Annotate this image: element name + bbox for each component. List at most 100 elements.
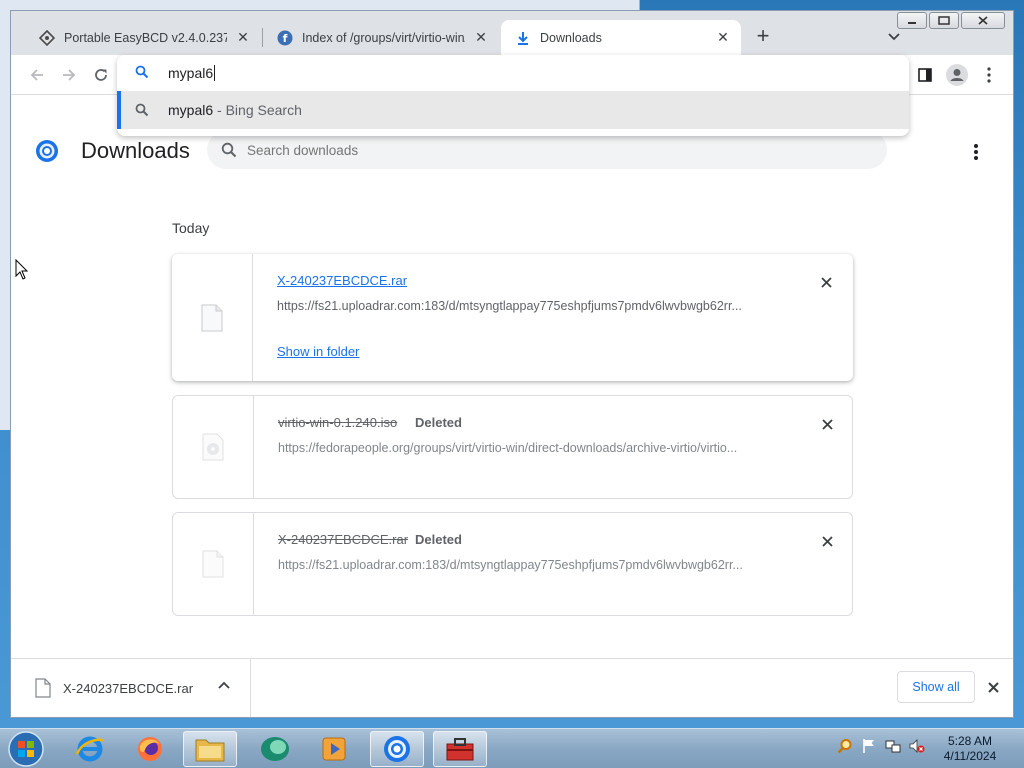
browser-window: Portable EasyBCD v2.4.0.237 Con ✕ f Inde… [10,10,1014,718]
downloads-page: Downloads Today X-240237EBCDCE.rar https… [11,95,1013,658]
svg-text:f: f [283,32,288,45]
green-globe-icon [261,737,289,761]
start-button[interactable] [6,729,46,768]
close-shelf-button[interactable] [983,677,1003,697]
remove-item-button[interactable] [817,414,837,434]
media-player-icon [322,737,346,761]
search-tray-icon[interactable] [836,737,854,755]
close-tab-icon[interactable]: ✕ [235,29,251,46]
taskbar-firefox[interactable] [123,731,177,767]
tab-search-icon[interactable] [886,29,902,45]
download-url: https://fedorapeople.org/groups/virt/vir… [278,441,738,455]
suggestion-query: mypal6 [168,102,214,118]
download-filename: virtio-win-0.1.240.iso [278,415,398,430]
search-icon [135,103,149,120]
network-icon[interactable] [884,737,902,755]
taskbar-media-player[interactable] [307,731,361,767]
download-status: Deleted [415,532,462,547]
download-url: https://fs21.uploadrar.com:183/d/mtsyngt… [277,299,742,313]
tab-downloads[interactable]: Downloads ✕ [501,20,741,55]
download-shelf: X-240237EBCDCE.rar Show all [11,658,1013,717]
avatar-icon [946,64,968,86]
remove-item-button[interactable] [816,272,836,292]
close-tab-icon[interactable]: ✕ [473,29,489,46]
download-icon [515,30,531,46]
remove-item-button[interactable] [817,531,837,551]
text-caret [214,65,216,81]
back-arrow-icon [30,69,43,81]
address-bar[interactable]: mypal6 [117,55,909,91]
omnibox-suggestion[interactable]: mypal6 - Bing Search [117,91,909,129]
firefox-icon [138,737,162,761]
new-tab-button[interactable]: + [751,25,775,49]
taskbar-chrome[interactable] [370,731,424,767]
minimize-button[interactable] [897,12,927,29]
address-text: mypal6 [168,65,214,81]
search-downloads-input[interactable] [247,140,847,160]
tab-title: Index of /groups/virt/virtio-win/d [302,30,465,45]
omnibox-dropdown: mypal6 mypal6 - Bing Search [117,55,909,136]
close-icon [987,681,999,693]
maximize-button[interactable] [929,12,959,29]
file-icon [201,304,223,331]
page-title: Downloads [81,138,190,163]
tab-title: Portable EasyBCD v2.4.0.237 Con [64,30,227,45]
shelf-download-item[interactable]: X-240237EBCDCE.rar [11,659,251,717]
side-panel-button[interactable] [913,63,937,87]
tab-virtio-index[interactable]: f Index of /groups/virt/virtio-win/d ✕ [263,20,499,55]
taskbar-file-explorer[interactable] [183,731,237,767]
download-item: X-240237EBCDCE.rar Deleted https://fs21.… [172,512,853,616]
download-filename-link[interactable]: X-240237EBCDCE.rar [277,273,407,288]
more-vert-icon [987,67,991,83]
download-item: virtio-win-0.1.240.iso Deleted https://f… [172,395,853,499]
clock-date: 4/11/2024 [943,749,997,763]
mouse-cursor-icon [15,258,29,284]
file-icon [202,550,224,578]
action-center-flag-icon[interactable] [860,737,878,755]
forward-arrow-icon [63,69,76,81]
system-clock[interactable]: 5:28 AM 4/11/2024 [930,734,1010,764]
reload-icon [95,69,107,81]
reload-button[interactable] [89,63,113,87]
search-icon [135,65,149,82]
chevron-up-icon[interactable] [217,679,231,696]
taskbar-green-app[interactable] [248,731,302,767]
file-icon-column [172,254,253,381]
tab-easybcd[interactable]: Portable EasyBCD v2.4.0.237 Con ✕ [25,20,261,55]
show-in-folder-link[interactable]: Show in folder [277,344,359,359]
windows-logo-icon [8,731,44,767]
disc-image-icon [202,433,224,461]
file-icon-column [173,513,254,615]
profile-button[interactable] [945,63,969,87]
close-icon [821,535,833,547]
forward-button[interactable] [57,63,81,87]
volume-muted-icon[interactable] [908,737,926,755]
taskbar: 5:28 AM 4/11/2024 [0,728,1024,768]
shelf-item-name: X-240237EBCDCE.rar [63,681,194,696]
close-icon [821,418,833,430]
file-icon-column [173,396,254,498]
system-tray [836,737,926,755]
file-icon [35,678,51,701]
clock-time: 5:28 AM [947,734,993,748]
download-status: Deleted [415,415,462,430]
browser-menu-button[interactable] [977,63,1001,87]
internet-explorer-icon [75,736,105,762]
search-icon [221,142,237,161]
taskbar-internet-explorer[interactable] [63,731,117,767]
downloads-menu-button[interactable] [966,141,986,163]
suggestion-source: - Bing Search [213,102,302,118]
fedora-icon: f [277,30,293,46]
toolbox-icon [446,738,474,761]
easybcd-icon [39,29,55,46]
back-button[interactable] [25,63,49,87]
taskbar-toolbox[interactable] [433,731,487,767]
close-tab-icon[interactable]: ✕ [715,29,731,46]
search-downloads-box[interactable] [207,131,887,169]
show-all-button[interactable]: Show all [897,671,975,703]
close-window-button[interactable] [961,12,1005,29]
side-panel-icon [918,68,932,82]
download-url: https://fs21.uploadrar.com:183/d/mtsyngt… [278,558,743,572]
tab-strip: Portable EasyBCD v2.4.0.237 Con ✕ f Inde… [11,11,1013,55]
window-controls [897,12,1005,29]
